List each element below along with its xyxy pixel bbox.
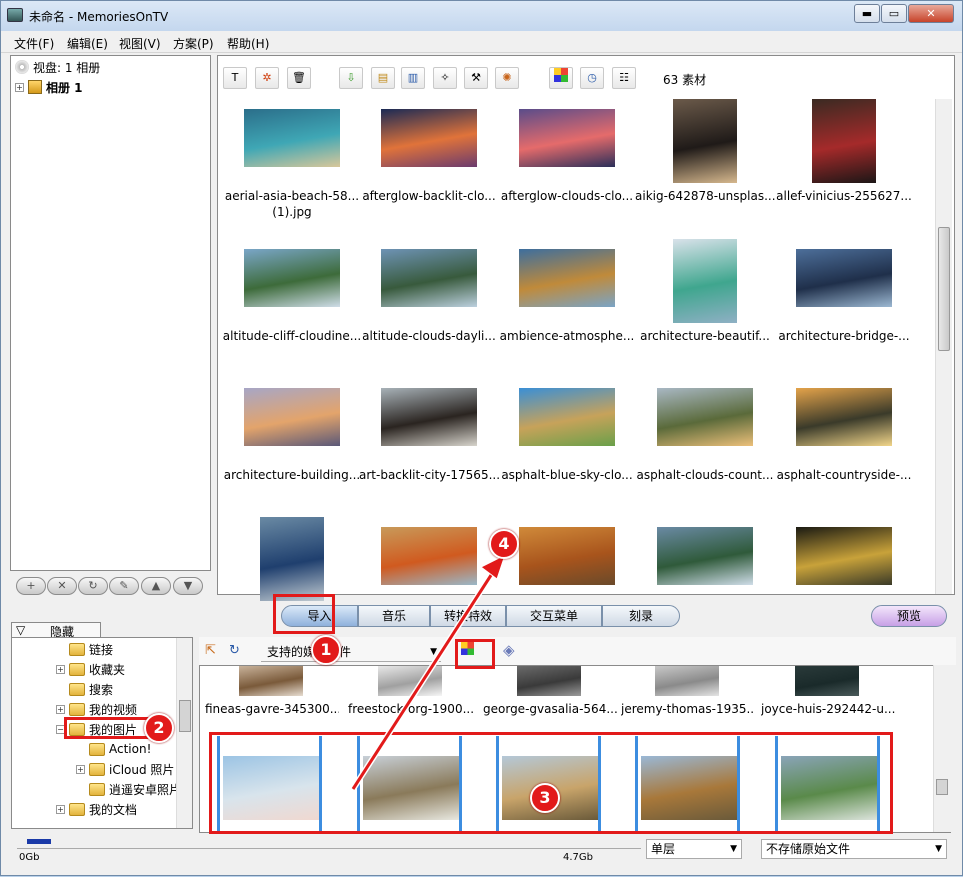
annotation-arrow [350,554,506,791]
annotation-badge-1: 1 [311,635,341,665]
app-window: 未命名 - MemoriesOnTV ▬ ▭ ✕ 文件(F) 编辑(E) 视图(… [0,0,963,876]
annotation-badge-3: 3 [530,783,560,813]
annotation-badge-4: 4 [489,529,519,559]
annotation-badge-2: 2 [144,713,174,743]
